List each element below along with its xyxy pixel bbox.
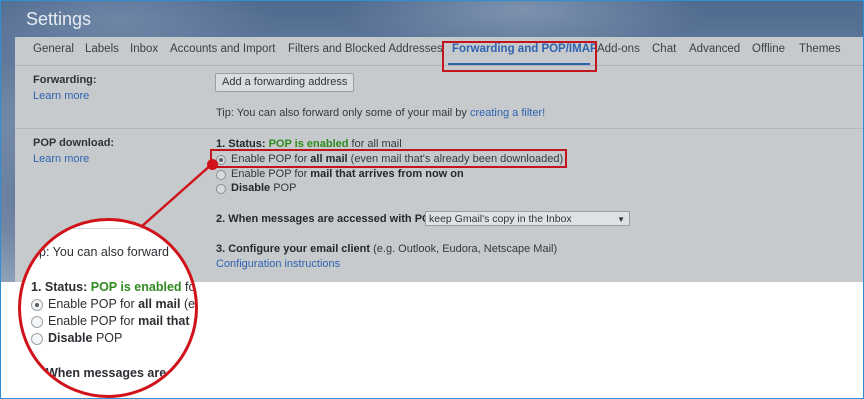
magnifier-status-suffix: fo [181, 280, 196, 294]
option-text-bold: Disable [48, 331, 93, 345]
magnifier-radio-all-mail [31, 299, 43, 311]
option-text-bold: all mail [138, 297, 181, 311]
magnifier-option-disable: Disable POP [48, 331, 122, 345]
magnifier-option-from-now-on: Enable POP for mail that a [48, 314, 198, 328]
magnifier-status-value: POP is enabled [90, 280, 182, 294]
callout-anchor-dot [207, 159, 218, 170]
option-text-bold: mail that a [138, 314, 198, 328]
magnifier-tip-fragment: p: You can also forward [39, 245, 169, 259]
zoom-magnifier: p: You can also forward 1. Status: POP i… [18, 218, 198, 398]
option-text-post: POP [92, 331, 123, 345]
magnifier-status: 1. Status: POP is enabled fo [31, 280, 195, 294]
magnifier-radio-from-now-on [31, 316, 43, 328]
magnifier-divider [21, 228, 195, 229]
magnifier-radio-disable [31, 333, 43, 345]
option-text: Enable POP for [48, 314, 139, 328]
magnifier-status-prefix: 1. Status: [31, 280, 91, 294]
magnifier-option-all-mail: Enable POP for all mail (ev [48, 297, 196, 311]
magnifier-access-fragment: When messages are ac [46, 366, 184, 380]
option-text: Enable POP for [48, 297, 139, 311]
screenshot-frame: Settings General Labels Inbox Accounts a… [0, 0, 864, 399]
option-text-post: (ev [183, 297, 196, 311]
